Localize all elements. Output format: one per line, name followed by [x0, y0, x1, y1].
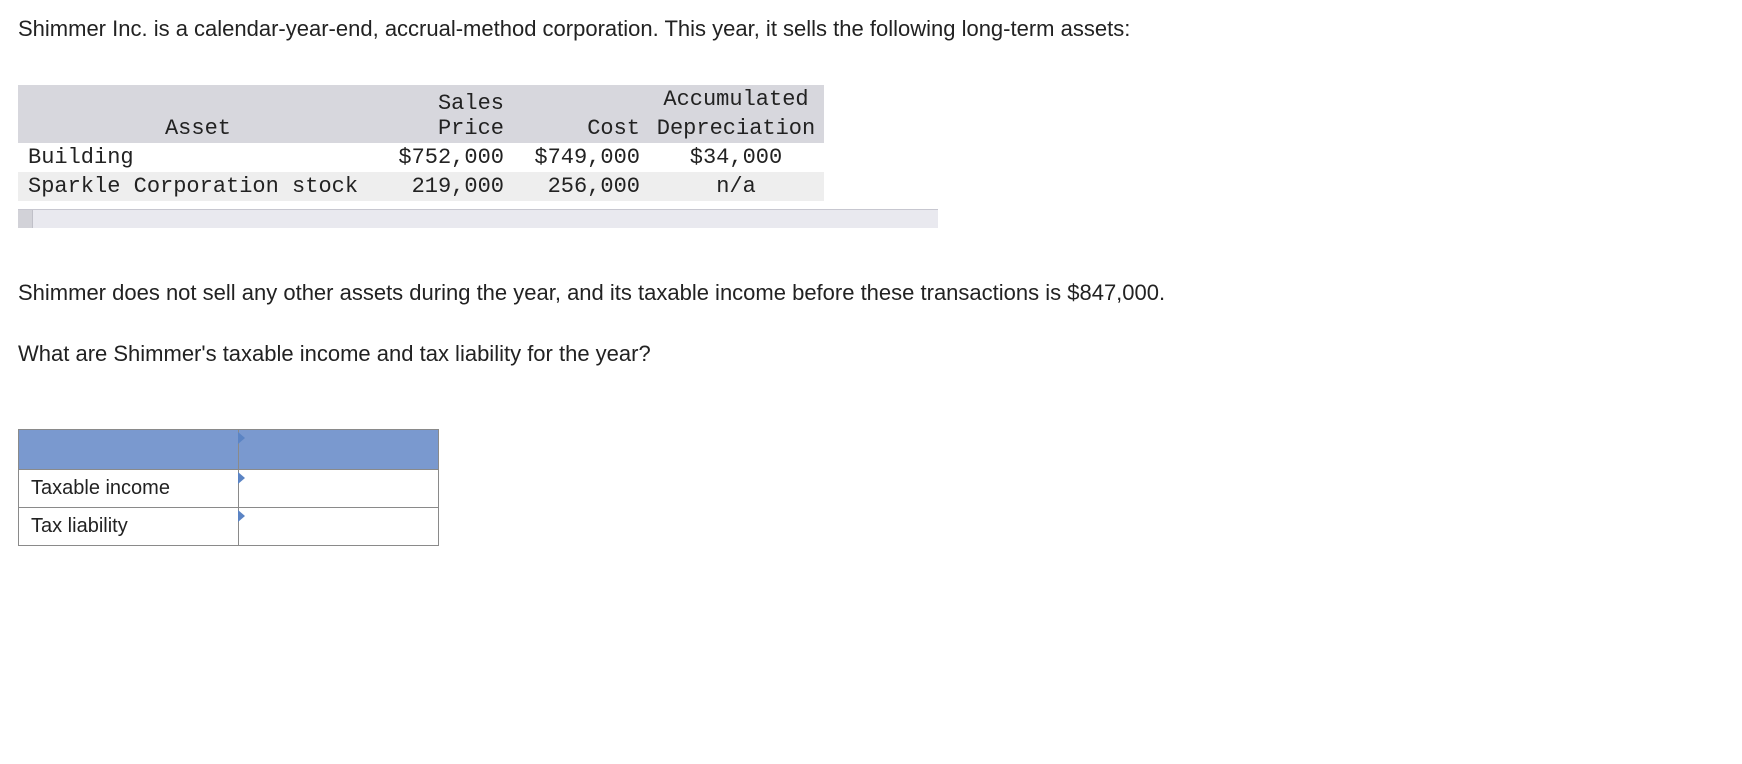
col-header-asset: Asset — [18, 85, 376, 143]
taxable-income-input[interactable] — [239, 470, 438, 507]
cell-asset: Building — [18, 143, 376, 172]
answer-header-blank-2 — [239, 430, 439, 470]
answer-table: Taxable income Tax liability — [18, 429, 439, 546]
table-row: Sparkle Corporation stock 219,000 256,00… — [18, 172, 824, 201]
mid-paragraph-1: Shimmer does not sell any other assets d… — [18, 278, 1724, 309]
col-header-acc-dep-2: Depreciation — [648, 114, 824, 143]
col-header-sales-price: Sales Price — [376, 85, 512, 143]
col-header-cost: Cost — [512, 85, 648, 143]
cell-cost: $749,000 — [512, 143, 648, 172]
tax-liability-label: Tax liability — [19, 508, 239, 546]
cell-dep: $34,000 — [648, 143, 824, 172]
cell-asset: Sparkle Corporation stock — [18, 172, 376, 201]
taxable-income-label: Taxable income — [19, 470, 239, 508]
taxable-income-cell[interactable] — [239, 470, 439, 508]
asset-table: Asset Sales Price Cost Accumulated Depre… — [18, 85, 824, 201]
tax-liability-cell[interactable] — [239, 508, 439, 546]
cell-sales-price: 219,000 — [376, 172, 512, 201]
answer-header-blank-1 — [19, 430, 239, 470]
cell-cost: 256,000 — [512, 172, 648, 201]
cell-dep: n/a — [648, 172, 824, 201]
intro-paragraph-1: Shimmer Inc. is a calendar-year-end, acc… — [18, 14, 1724, 45]
mid-paragraph-2: What are Shimmer's taxable income and ta… — [18, 339, 1724, 370]
cell-sales-price: $752,000 — [376, 143, 512, 172]
tax-liability-input[interactable] — [239, 508, 438, 545]
table-row: Building $752,000 $749,000 $34,000 — [18, 143, 824, 172]
horizontal-scrollbar[interactable] — [18, 209, 938, 228]
col-header-acc-dep-1: Accumulated — [648, 85, 824, 114]
